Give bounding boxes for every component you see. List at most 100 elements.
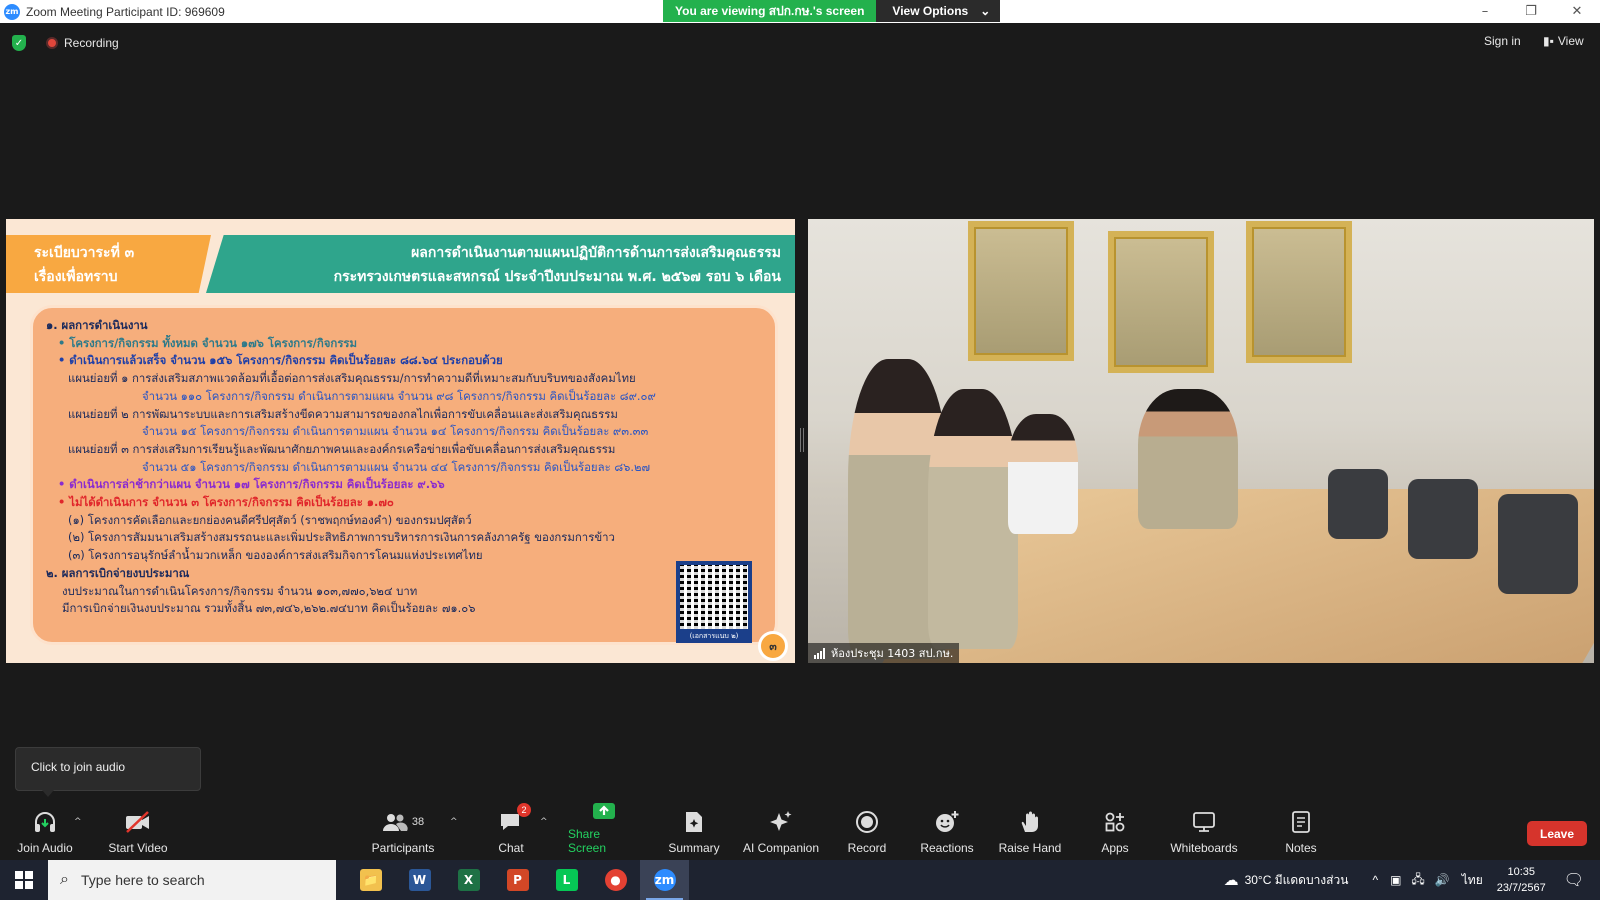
weather-text[interactable]: 30°C มีแดดบางส่วน: [1245, 871, 1349, 890]
taskbar-app-chrome[interactable]: ●: [591, 860, 640, 900]
portrait-frame: [1108, 231, 1214, 373]
participant-person: [1138, 389, 1238, 529]
view-options-label: View Options: [892, 4, 969, 18]
language-indicator[interactable]: ไทย: [1462, 871, 1483, 890]
start-video-label: Start Video: [108, 841, 168, 855]
split-view-handle[interactable]: [800, 428, 804, 452]
reactions-button[interactable]: Reactions: [920, 803, 974, 859]
join-audio-button[interactable]: Join Audio: [14, 803, 76, 859]
minimize-icon[interactable]: –: [1462, 0, 1508, 23]
window-title: Zoom Meeting Participant ID: 969609: [26, 4, 225, 19]
slide-title-line: กระทรวงเกษตรและสหกรณ์ ประจำปีงบประมาณ พ.…: [333, 269, 781, 285]
meet-now-icon[interactable]: ▣: [1390, 873, 1401, 887]
portrait-frame: [1246, 221, 1352, 363]
ai-sparkle-icon: [768, 809, 794, 835]
taskbar-clock[interactable]: 10:35 23/7/2567: [1497, 864, 1546, 896]
slide-text-line: (๓) โครงการอนุรักษ์ลำน้ำมวกเหล็ก ขององค์…: [68, 548, 483, 563]
volume-icon[interactable]: 🔊: [1435, 873, 1450, 887]
ai-companion-button[interactable]: AI Companion: [740, 803, 822, 859]
participant-person: [1008, 414, 1078, 534]
line-icon: L: [555, 869, 578, 891]
share-screen-button[interactable]: Share Screen: [568, 803, 640, 859]
taskbar-app-file-explorer[interactable]: 📁: [346, 860, 395, 900]
excel-icon: X: [457, 869, 480, 891]
notifications-icon[interactable]: 🗨: [1564, 870, 1584, 890]
participant-name: ห้องประชุม 1403 สป.กษ.: [831, 647, 954, 660]
word-icon: W: [408, 869, 431, 891]
leave-button[interactable]: Leave: [1527, 821, 1587, 846]
agenda-header-line: ระเบียบวาระที่ ๓: [34, 245, 135, 261]
chat-label: Chat: [498, 841, 524, 855]
view-options-button[interactable]: View Options ⌄: [876, 0, 1001, 22]
slide-text-line: ๑. ผลการดำเนินงาน: [46, 318, 148, 332]
slide-text-line: • ไม่ได้ดำเนินการ จำนวน ๓ โครงการ/กิจกรร…: [58, 495, 394, 510]
recording-indicator[interactable]: Recording: [46, 36, 119, 50]
ai-companion-label: AI Companion: [742, 841, 820, 855]
participants-caret-icon[interactable]: ^: [450, 817, 458, 827]
participant-person: [928, 389, 1018, 649]
participant-name-label: ห้องประชุม 1403 สป.กษ.: [808, 643, 960, 663]
slide-title: ผลการดำเนินงานตามแผนปฏิบัติการด้านการส่ง…: [206, 235, 795, 293]
taskbar-app-word[interactable]: W: [395, 860, 444, 900]
weather-icon[interactable]: ☁: [1224, 871, 1239, 889]
slide-text-line: งบประมาณในการดำเนินโครงการ/กิจกรรม จำนวน…: [62, 583, 418, 598]
taskbar-app-zoom[interactable]: zm: [640, 860, 689, 900]
slide-text-lines: ๑. ผลการดำเนินงาน • โครงการ/กิจกรรม ทั้งห…: [46, 317, 746, 618]
participant-video-tile[interactable]: ห้องประชุม 1403 สป.กษ.: [808, 219, 1594, 663]
video-off-icon: [124, 809, 152, 835]
taskbar-app-excel[interactable]: X: [444, 860, 493, 900]
viewing-message: You are viewing สปก.กษ.'s screen: [663, 0, 877, 22]
record-label: Record: [847, 841, 887, 855]
taskbar-pinned-apps: 📁 W X P L ● zm: [346, 860, 689, 900]
taskbar-app-powerpoint[interactable]: P: [493, 860, 542, 900]
meeting-toolbar: Join Audio ^ Start Video 38 Participants…: [0, 803, 1600, 859]
slide-text-line: • โครงการ/กิจกรรม ทั้งหมด จำนวน ๑๗๖ โครง…: [58, 335, 358, 350]
start-video-button[interactable]: Start Video: [106, 803, 170, 859]
chat-caret-icon[interactable]: ^: [540, 817, 548, 827]
window-controls: – ❐ ✕: [1462, 0, 1600, 23]
summary-icon: [683, 809, 705, 835]
zoom-logo-icon: zm: [4, 3, 20, 20]
security-shield-icon[interactable]: ✓: [12, 35, 26, 51]
recording-label: Recording: [64, 36, 119, 50]
restore-icon[interactable]: ❐: [1508, 0, 1554, 23]
windows-start-button[interactable]: [0, 860, 48, 900]
summary-button[interactable]: Summary: [666, 803, 722, 859]
windows-logo-icon: [15, 871, 33, 889]
whiteboards-button[interactable]: Whiteboards: [1168, 803, 1240, 859]
meeting-top-bar: ✓ Recording Sign in ▮▪ View: [0, 23, 1600, 63]
taskbar-search-box[interactable]: ⌕ Type here to search: [48, 860, 336, 900]
notes-button[interactable]: Notes: [1284, 803, 1318, 859]
shared-screen-slide: ระเบียบวาระที่ ๓ เรื่องเพื่อทราบ ผลการดำ…: [6, 219, 795, 663]
apps-button[interactable]: Apps: [1100, 803, 1130, 859]
chevron-down-icon: ⌄: [980, 4, 991, 18]
clock-time: 10:35: [1507, 866, 1535, 878]
taskbar-app-line[interactable]: L: [542, 860, 591, 900]
whiteboard-icon: [1192, 809, 1216, 835]
view-layout-icon: ▮▪: [1543, 34, 1554, 48]
apps-icon: [1104, 809, 1126, 835]
close-icon[interactable]: ✕: [1554, 0, 1600, 23]
qr-code-icon: [680, 565, 748, 629]
view-button[interactable]: ▮▪ View: [1543, 34, 1584, 48]
network-icon[interactable]: 🖧: [1411, 870, 1424, 891]
record-button[interactable]: Record: [846, 803, 888, 859]
slide-text-line: แผนย่อยที่ ๒ การพัฒนาระบบและการเสริมสร้า…: [68, 406, 618, 421]
slide-title-line: ผลการดำเนินงานตามแผนปฏิบัติการด้านการส่ง…: [411, 245, 781, 261]
show-hidden-icons-icon[interactable]: ^: [1372, 873, 1378, 887]
search-icon: ⌕: [60, 871, 69, 888]
recording-dot-icon: [46, 37, 58, 49]
audio-options-caret-icon[interactable]: ^: [74, 817, 82, 827]
participants-label: Participants: [371, 841, 435, 855]
sign-in-button[interactable]: Sign in: [1484, 34, 1521, 48]
chat-button[interactable]: 2 Chat: [494, 803, 531, 859]
chrome-icon: ●: [604, 869, 627, 891]
raise-hand-button[interactable]: Raise Hand: [998, 803, 1062, 859]
join-audio-tooltip[interactable]: Click to join audio: [15, 747, 201, 797]
slide-text-line: ๒. ผลการเบิกจ่ายงบประมาณ: [46, 565, 190, 580]
participants-button[interactable]: 38 Participants: [368, 803, 438, 859]
slide-text-line: • ดำเนินการล่าช้ากว่าแผน จำนวน ๑๗ โครงกา…: [58, 477, 445, 492]
taskbar-search-placeholder: Type here to search: [80, 872, 205, 888]
agenda-header: ระเบียบวาระที่ ๓ เรื่องเพื่อทราบ: [6, 235, 211, 293]
chair: [1328, 469, 1388, 539]
